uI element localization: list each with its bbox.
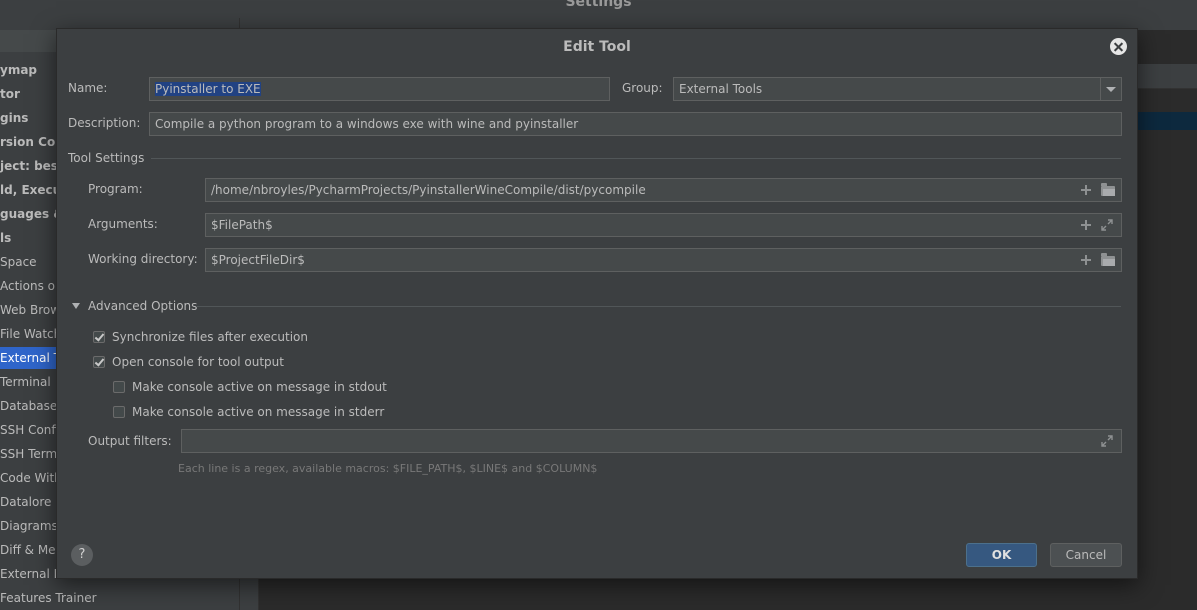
- output-filters-input[interactable]: [181, 429, 1122, 453]
- description-label: Description:: [68, 116, 141, 130]
- plus-icon[interactable]: [1081, 220, 1091, 230]
- collapse-triangle-icon[interactable]: [72, 303, 80, 309]
- console-active-stdout-label: Make console active on message in stdout: [132, 380, 387, 394]
- console-active-stderr-checkbox[interactable]: [113, 406, 125, 418]
- settings-toolbar-strip: [1136, 64, 1197, 89]
- group-select-value: External Tools: [679, 82, 763, 96]
- help-button[interactable]: ?: [71, 544, 93, 566]
- group-label: Group:: [622, 81, 663, 95]
- open-console-label: Open console for tool output: [112, 355, 284, 369]
- sidebar-item[interactable]: External To: [0, 347, 56, 369]
- advanced-options-separator: [197, 306, 1121, 307]
- console-active-stderr-label: Make console active on message in stderr: [132, 405, 385, 419]
- name-input[interactable]: Pyinstaller to EXE: [149, 77, 610, 101]
- program-label: Program:: [88, 182, 143, 196]
- folder-icon[interactable]: [1101, 183, 1115, 196]
- sync-files-label: Synchronize files after execution: [112, 330, 308, 344]
- chevron-down-icon[interactable]: [1100, 78, 1121, 100]
- dialog-title: Edit Tool: [563, 39, 631, 55]
- cancel-button[interactable]: Cancel: [1050, 543, 1122, 567]
- output-filters-label: Output filters:: [88, 434, 172, 448]
- description-input-value: Compile a python program to a windows ex…: [155, 117, 579, 131]
- settings-selected-row[interactable]: [1136, 112, 1197, 130]
- tool-settings-heading: Tool Settings: [68, 151, 145, 165]
- sidebar-item[interactable]: Features Trainer: [0, 587, 239, 609]
- working-directory-label: Working directory:: [88, 252, 198, 266]
- program-input-value: /home/nbroyles/PycharmProjects/Pyinstall…: [211, 183, 646, 197]
- description-input[interactable]: Compile a python program to a windows ex…: [149, 112, 1122, 136]
- name-input-value: Pyinstaller to EXE: [155, 82, 261, 96]
- working-directory-input[interactable]: $ProjectFileDir$: [205, 248, 1122, 272]
- plus-icon[interactable]: [1081, 185, 1091, 195]
- ok-button[interactable]: OK: [966, 543, 1037, 567]
- sync-files-checkbox[interactable]: [93, 331, 105, 343]
- close-icon[interactable]: [1110, 38, 1127, 55]
- program-input[interactable]: /home/nbroyles/PycharmProjects/Pyinstall…: [205, 178, 1122, 202]
- working-directory-input-value: $ProjectFileDir$: [211, 253, 305, 267]
- name-label: Name:: [68, 81, 108, 95]
- arguments-label: Arguments:: [88, 217, 158, 231]
- plus-icon[interactable]: [1081, 255, 1091, 265]
- folder-icon[interactable]: [1101, 253, 1115, 266]
- arguments-input[interactable]: $FilePath$: [205, 213, 1122, 237]
- arguments-input-value: $FilePath$: [211, 218, 273, 232]
- expand-icon[interactable]: [1101, 219, 1113, 231]
- advanced-options-heading[interactable]: Advanced Options: [88, 299, 197, 313]
- expand-icon[interactable]: [1101, 435, 1113, 447]
- settings-titlebar: Settings: [0, 0, 1197, 19]
- open-console-checkbox[interactable]: [93, 356, 105, 368]
- settings-window-title: Settings: [565, 0, 632, 10]
- console-active-stdout-checkbox[interactable]: [113, 381, 125, 393]
- edit-tool-dialog: Edit Tool Name: Pyinstaller to EXE Group…: [56, 28, 1138, 579]
- tool-settings-separator: [151, 158, 1121, 159]
- group-select[interactable]: External Tools: [673, 77, 1122, 101]
- output-filters-hint: Each line is a regex, available macros: …: [178, 462, 598, 475]
